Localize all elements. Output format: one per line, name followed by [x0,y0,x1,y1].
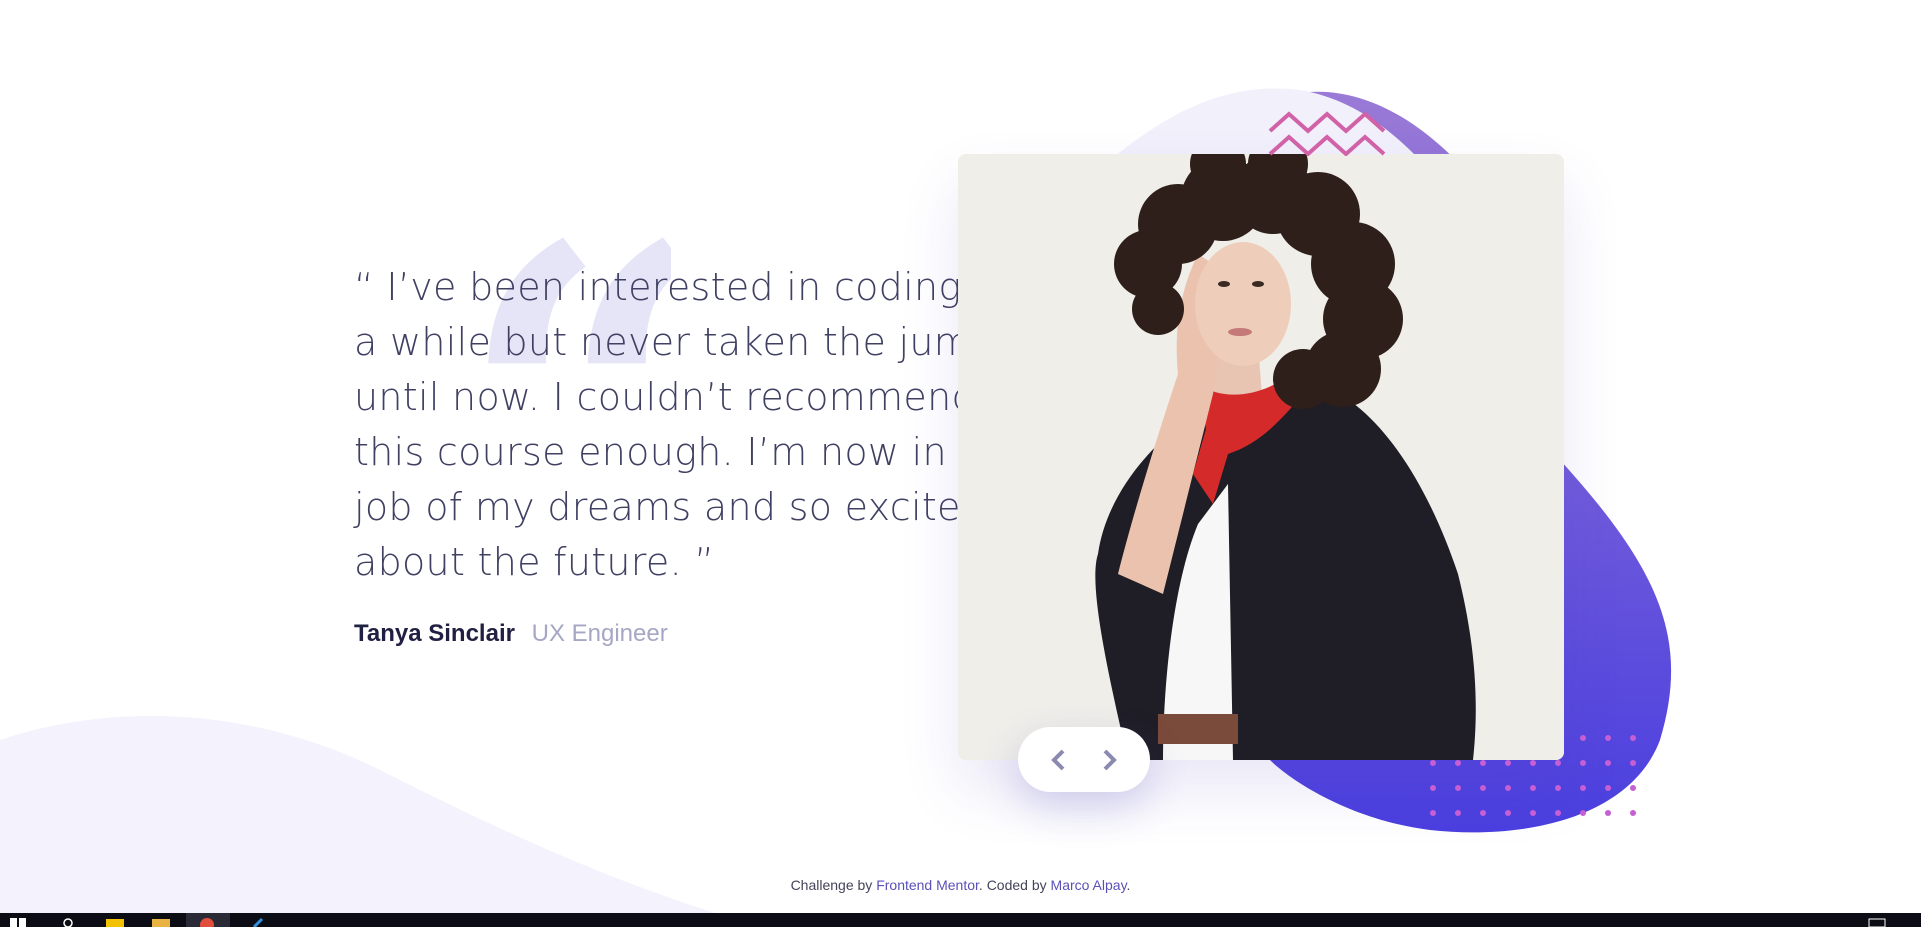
author-link[interactable]: Marco Alpay [1051,877,1127,893]
file-explorer-icon[interactable] [106,916,124,927]
folder-icon[interactable] [152,916,170,927]
testimonial-quote: “ I’ve been interested in coding for a w… [354,265,1027,584]
portrait-illustration [958,154,1564,760]
author-name: Tanya Sinclair [354,620,515,647]
dots-pattern [1430,735,1636,816]
next-button[interactable] [1088,738,1132,782]
attribution-footer: Challenge by Frontend Mentor. Coded by M… [0,877,1921,893]
zigzag-pattern [1268,111,1386,156]
slider-navigation [1018,727,1150,792]
author-role: UX Engineer [531,620,668,647]
os-taskbar [0,913,1921,927]
windows-start-icon[interactable] [10,916,26,927]
browser-icon[interactable] [198,916,216,927]
chevron-right-icon [1103,749,1117,770]
notifications-icon[interactable] [1868,916,1886,927]
attribution-middle: . Coded by [978,877,1051,893]
author-row: Tanya Sinclair UX Engineer [354,620,668,648]
attribution-suffix: . [1126,877,1131,893]
chevron-left-icon [1051,749,1065,770]
search-icon[interactable] [62,916,74,927]
testimonial-page: “ “ I’ve been interested in coding for a… [0,0,1921,927]
frontend-mentor-link[interactable]: Frontend Mentor [876,877,979,893]
attribution-prefix: Challenge by [790,877,877,893]
code-editor-icon[interactable] [250,916,266,927]
testimonial-photo [958,154,1564,760]
previous-button[interactable] [1036,738,1080,782]
